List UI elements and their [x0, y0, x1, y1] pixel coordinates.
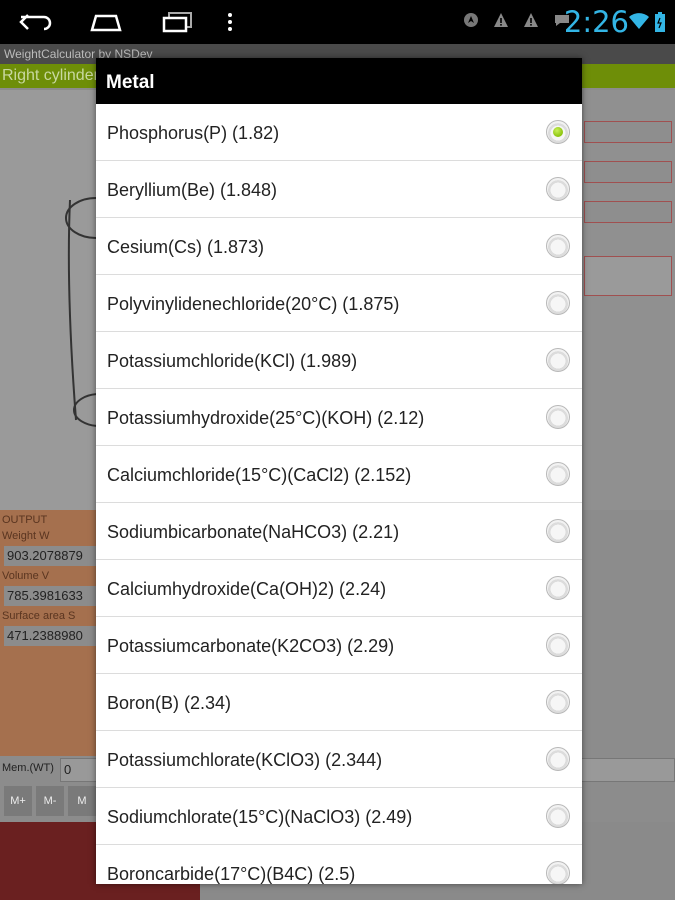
metal-option[interactable]: Beryllium(Be) (1.848)	[96, 161, 582, 218]
output-panel: OUTPUT Weight W 903.2078879 Volume V 785…	[0, 510, 96, 760]
memory-button[interactable]: M	[68, 786, 96, 816]
output-header: OUTPUT	[2, 514, 48, 526]
metal-option[interactable]: Potassiumhydroxide(25°C)(KOH) (2.12)	[96, 389, 582, 446]
radio-dot-icon	[553, 127, 563, 137]
menu-icon[interactable]	[200, 0, 260, 44]
radio-unchecked-icon[interactable]	[546, 462, 570, 486]
metal-option[interactable]: Potassiumcarbonate(K2CO3) (2.29)	[96, 617, 582, 674]
dialog-title: Metal	[96, 58, 582, 104]
warning-icon	[524, 13, 538, 27]
warning-icon	[494, 13, 508, 27]
metal-option[interactable]: Sodiumbicarbonate(NaHCO3) (2.21)	[96, 503, 582, 560]
recent-apps-icon[interactable]	[148, 0, 208, 44]
metal-option-label: Phosphorus(P) (1.82)	[107, 123, 280, 143]
system-bar: 2:26	[0, 0, 675, 44]
memory-buttons: M+ M- M	[0, 786, 100, 822]
radio-unchecked-icon[interactable]	[546, 519, 570, 543]
output-value: 471.2388980	[4, 626, 96, 646]
radio-unchecked-icon[interactable]	[546, 291, 570, 315]
metal-option-label: Sodiumchlorate(15°C)(NaClO3) (2.49)	[107, 807, 413, 827]
home-icon[interactable]	[76, 0, 136, 44]
radio-unchecked-icon[interactable]	[546, 804, 570, 828]
metal-option-label: Cesium(Cs) (1.873)	[107, 237, 265, 257]
clock: 2:26	[563, 5, 629, 39]
metal-option[interactable]: Calciumhydroxide(Ca(OH)2) (2.24)	[96, 560, 582, 617]
metal-options-list[interactable]: Phosphorus(P) (1.82) Beryllium(Be) (1.848…	[96, 104, 582, 884]
radio-unchecked-icon[interactable]	[546, 861, 570, 884]
output-value: 785.3981633	[4, 586, 96, 606]
radio-unchecked-icon[interactable]	[546, 747, 570, 771]
input-field[interactable]	[584, 121, 672, 143]
radio-checked-icon[interactable]	[546, 120, 570, 144]
output-label: Surface area S	[2, 610, 76, 622]
metal-option-label: Boroncarbide(17°C)(B4C) (2.5)	[107, 864, 356, 884]
metal-dialog: Metal Phosphorus(P) (1.82) Beryllium(Be) …	[96, 58, 582, 884]
output-label: Volume V	[2, 570, 50, 582]
metal-option[interactable]: Sodiumchlorate(15°C)(NaClO3) (2.49)	[96, 788, 582, 845]
metal-option-label: Potassiumchlorate(KClO3) (2.344)	[107, 750, 383, 770]
cylinder-drawing	[0, 90, 127, 510]
metal-option[interactable]: Boroncarbide(17°C)(B4C) (2.5)	[96, 845, 582, 884]
metal-option[interactable]: Polyvinylidenechloride(20°C) (1.875)	[96, 275, 582, 332]
radio-unchecked-icon[interactable]	[546, 348, 570, 372]
input-field[interactable]	[584, 161, 672, 183]
metal-option-label: Polyvinylidenechloride(20°C) (1.875)	[107, 294, 400, 314]
location-icon	[464, 13, 478, 27]
metal-option-label: Boron(B) (2.34)	[107, 693, 232, 713]
input-field[interactable]	[584, 201, 672, 223]
metal-option[interactable]: Potassiumchloride(KCl) (1.989)	[96, 332, 582, 389]
metal-option-label: Calciumhydroxide(Ca(OH)2) (2.24)	[107, 579, 387, 599]
metal-option-label: Calciumchloride(15°C)(CaCl2) (2.152)	[107, 465, 412, 485]
metal-option[interactable]: Calciumchloride(15°C)(CaCl2) (2.152)	[96, 446, 582, 503]
metal-option[interactable]: Phosphorus(P) (1.82)	[96, 104, 582, 161]
memory-minus-button[interactable]: M-	[36, 786, 64, 816]
metal-option[interactable]: Potassiumchlorate(KClO3) (2.344)	[96, 731, 582, 788]
metal-option-label: Potassiumcarbonate(K2CO3) (2.29)	[107, 636, 395, 656]
metal-option[interactable]: Cesium(Cs) (1.873)	[96, 218, 582, 275]
output-value: 903.2078879	[4, 546, 96, 566]
radio-unchecked-icon[interactable]	[546, 234, 570, 258]
cylinder-illustration	[65, 197, 127, 427]
output-label: Weight W	[2, 530, 50, 542]
radio-unchecked-icon[interactable]	[546, 177, 570, 201]
radio-unchecked-icon[interactable]	[546, 690, 570, 714]
metal-option-label: Potassiumhydroxide(25°C)(KOH) (2.12)	[107, 408, 425, 428]
radio-unchecked-icon[interactable]	[546, 576, 570, 600]
radio-unchecked-icon[interactable]	[546, 633, 570, 657]
calculate-button[interactable]	[584, 256, 672, 296]
metal-option[interactable]: Boron(B) (2.34)	[96, 674, 582, 731]
battery-icon	[655, 12, 665, 32]
input-panel	[584, 90, 675, 510]
memory-plus-button[interactable]: M+	[4, 786, 32, 816]
metal-option-label: Beryllium(Be) (1.848)	[107, 180, 278, 200]
back-icon[interactable]	[6, 0, 66, 44]
metal-option-label: Sodiumbicarbonate(NaHCO3) (2.21)	[107, 522, 400, 542]
metal-option-label: Potassiumchloride(KCl) (1.989)	[107, 351, 358, 371]
notification-icons	[463, 12, 571, 30]
radio-unchecked-icon[interactable]	[546, 405, 570, 429]
wifi-icon	[629, 13, 649, 29]
memory-label: Mem.(WT)	[2, 762, 54, 774]
